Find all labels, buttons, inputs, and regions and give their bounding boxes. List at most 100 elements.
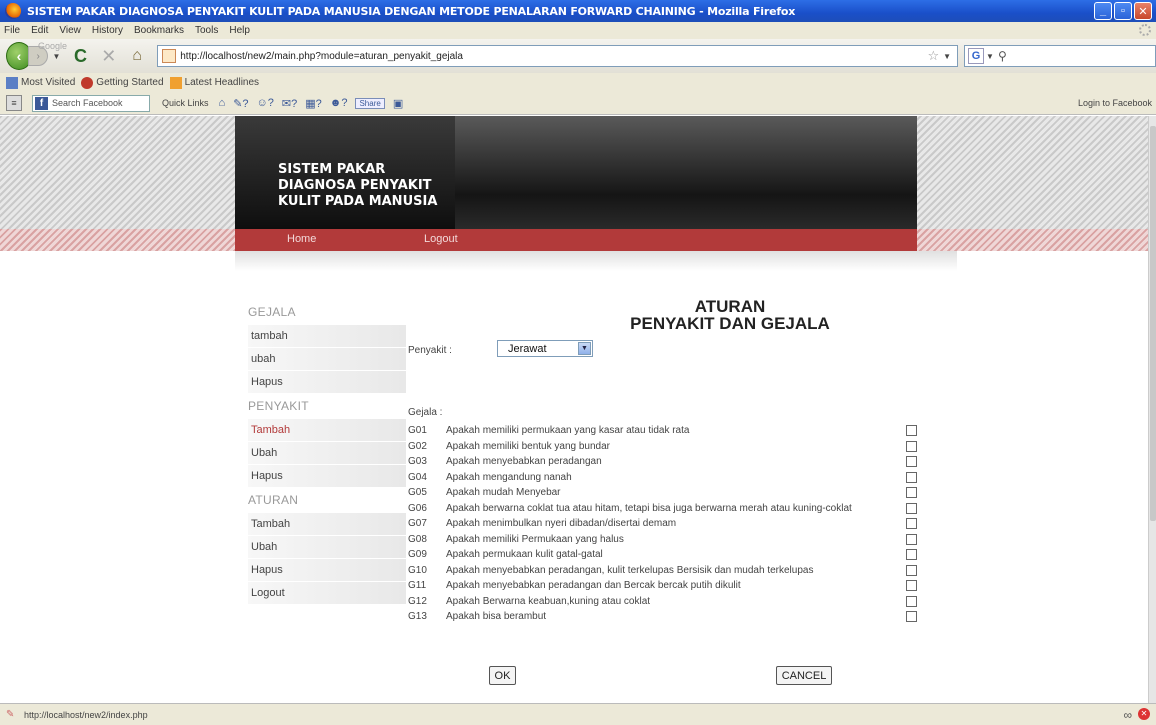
gejala-checkbox[interactable] (906, 595, 917, 607)
chevron-down-icon[interactable]: ▼ (578, 342, 591, 355)
nav-home-link[interactable]: Home (287, 233, 316, 245)
vertical-scrollbar[interactable] (1148, 116, 1156, 703)
maximize-button[interactable]: ▫ (1114, 2, 1132, 20)
url-bar[interactable]: http://localhost/new2/main.php?module=at… (157, 45, 959, 67)
history-dropdown-icon[interactable]: ▼ (52, 52, 60, 61)
fb-notifications-icon[interactable]: ✎? (233, 97, 248, 110)
gejala-row: G05 Apakah mudah Menyebar (408, 485, 928, 501)
sidebar-item-penyakit-hapus[interactable]: Hapus (248, 465, 406, 488)
gejala-checkbox[interactable] (906, 502, 917, 514)
fb-home-icon[interactable]: ⌂ (219, 97, 226, 109)
menu-history[interactable]: History (92, 25, 123, 36)
sidebar-item-penyakit-ubah[interactable]: Ubah (248, 442, 406, 465)
penyakit-label: Penyakit : (408, 345, 452, 356)
gejala-row: G02 Apakah memiliki bentuk yang bundar (408, 439, 928, 455)
sidebar-item-penyakit-tambah[interactable]: Tambah (248, 419, 406, 442)
cancel-button[interactable]: CANCEL (776, 666, 832, 685)
firefox-icon (5, 3, 21, 19)
sidebar-item-aturan-ubah[interactable]: Ubah (248, 536, 406, 559)
home-icon[interactable]: ⌂ (127, 45, 147, 67)
gejala-checkbox[interactable] (906, 580, 917, 591)
scrollbar-thumb[interactable] (1150, 126, 1156, 521)
sidebar-item-gejala-hapus[interactable]: Hapus (248, 371, 406, 394)
gejala-row: G01 Apakah memiliki permukaan yang kasar … (408, 423, 928, 439)
throbber-icon (1139, 24, 1151, 36)
gejala-text: Apakah Berwarna keabuan,kuning atau cokl… (446, 595, 651, 607)
page-title-line-1: ATURAN (694, 297, 766, 316)
penyakit-select[interactable]: Jerawat ▼ (497, 340, 593, 357)
gejala-row: G04 Apakah mengandung nanah (408, 470, 928, 486)
minimize-button[interactable]: _ (1094, 2, 1112, 20)
gejala-checkbox[interactable] (906, 564, 917, 576)
gejala-checkbox[interactable] (906, 425, 917, 436)
sidebar-item-logout[interactable]: Logout (248, 582, 406, 605)
menu-tools[interactable]: Tools (195, 25, 218, 36)
sidebar-item-aturan-hapus[interactable]: Hapus (248, 559, 406, 582)
menu-bookmarks[interactable]: Bookmarks (134, 25, 184, 36)
bookmark-most-visited[interactable]: Most Visited (6, 76, 75, 89)
gejala-row: G10 Apakah menyebabkan peradangan, kulit … (408, 563, 928, 579)
fb-friends-icon[interactable]: ☺? (257, 97, 274, 109)
close-button[interactable]: ✕ (1134, 2, 1152, 20)
sidebar-heading-gejala: GEJALA (248, 305, 296, 319)
gejala-checkbox[interactable] (906, 533, 917, 545)
reload-icon[interactable]: C (70, 45, 90, 67)
search-bar[interactable]: G ▼ Google ⚲ (38, 41, 1156, 67)
bookmark-latest-headlines[interactable]: Latest Headlines (169, 76, 259, 89)
nav-logout-link[interactable]: Logout (424, 233, 458, 245)
gejala-checkbox[interactable] (906, 611, 917, 622)
gejala-code: G07 (408, 518, 427, 529)
search-placeholder[interactable]: Google (38, 41, 67, 51)
gejala-checkbox[interactable] (906, 471, 917, 483)
gejala-list: G01 Apakah memiliki permukaan yang kasar … (408, 423, 928, 625)
gejala-checkbox[interactable] (906, 487, 917, 498)
window-title: SISTEM PAKAR DIAGNOSA PENYAKIT KULIT PAD… (27, 4, 796, 18)
menu-bar: File Edit View History Bookmarks Tools H… (0, 22, 1156, 39)
fb-messages-icon[interactable]: ✉? (282, 97, 297, 110)
login-facebook-link[interactable]: Login to Facebook (1078, 98, 1152, 108)
gejala-checkbox[interactable] (906, 456, 917, 467)
navigation-toolbar: ‹ › ▼ C ✕ ⌂ http://localhost/new2/main.p… (0, 39, 1156, 73)
menu-help[interactable]: Help (229, 25, 250, 36)
fb-events-icon[interactable]: ▦? (305, 97, 322, 110)
toolbar-menu-icon[interactable]: ≡ (6, 95, 22, 111)
sidebar-heading-aturan: ATURAN (248, 493, 299, 507)
gejala-text: Apakah memiliki permukaan yang kasar ata… (446, 425, 690, 436)
site-logo: SISTEM PAKAR DIAGNOSA PENYAKIT KULIT PAD… (278, 162, 437, 210)
google-engine-icon[interactable]: G (968, 48, 985, 64)
engine-dropdown-icon[interactable]: ▼ (986, 52, 994, 61)
url-dropdown-icon[interactable]: ▼ (943, 52, 951, 61)
bookmark-getting-started[interactable]: Getting Started (81, 76, 164, 89)
gejala-text: Apakah mudah Menyebar (446, 487, 561, 498)
gejala-checkbox[interactable] (906, 440, 917, 452)
url-text[interactable]: http://localhost/new2/main.php?module=at… (180, 51, 927, 62)
menu-view[interactable]: View (59, 25, 81, 36)
menu-file[interactable]: File (4, 25, 20, 36)
fb-groups-icon[interactable]: ☻? (330, 97, 348, 109)
gejala-text: Apakah memiliki Permukaan yang halus (446, 533, 624, 545)
facebook-search-input[interactable]: f Search Facebook (32, 94, 150, 112)
gejala-checkbox[interactable] (906, 549, 917, 560)
ok-button[interactable]: OK (489, 666, 516, 685)
site-favicon-icon (162, 49, 177, 63)
gejala-code: G10 (408, 564, 427, 576)
sidebar-item-gejala-ubah[interactable]: ubah (248, 348, 406, 371)
fb-settings-icon[interactable]: ▣ (393, 97, 403, 110)
gejala-code: G12 (408, 595, 427, 607)
page-title: ATURAN PENYAKIT DAN GEJALA (600, 298, 860, 332)
share-button[interactable]: Share (355, 97, 385, 109)
search-icon[interactable]: ⚲ (998, 49, 1007, 63)
sidebar-item-aturan-tambah[interactable]: Tambah (248, 513, 406, 536)
stop-icon[interactable]: ✕ (99, 45, 119, 67)
bookmark-star-icon[interactable]: ☆ (927, 48, 939, 64)
sidebar-item-gejala-tambah[interactable]: tambah (248, 325, 406, 348)
logo-line-3: KULIT PADA MANUSIA (278, 194, 438, 209)
gejala-text: Apakah menyebabkan peradangan, kulit ter… (446, 564, 814, 576)
gejala-code: G05 (408, 487, 427, 498)
quick-links-menu[interactable]: Quick Links (162, 98, 209, 108)
gejala-checkbox[interactable] (906, 518, 917, 529)
addon-infinity-icon[interactable]: ∞ (1123, 708, 1132, 722)
gejala-row: G11 Apakah menyebabkan peradangan dan Ber… (408, 578, 928, 594)
menu-edit[interactable]: Edit (31, 25, 48, 36)
addon-block-icon[interactable]: ✕ (1138, 708, 1150, 720)
